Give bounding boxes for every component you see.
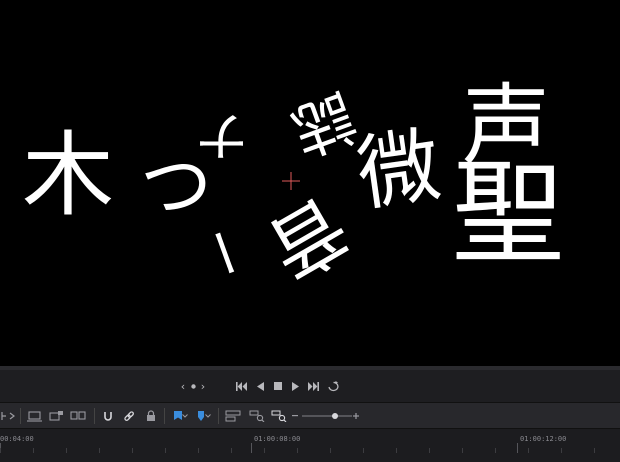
- overwrite-clip-icon[interactable]: [48, 408, 64, 424]
- zoom-slider[interactable]: [302, 413, 352, 419]
- glyph-shi: 誌: [281, 78, 365, 169]
- ruler-minor-tick: [528, 448, 529, 453]
- ruler-minor-tick: [165, 448, 166, 453]
- zoom-in-icon[interactable]: [350, 408, 362, 424]
- toolbar-divider: [218, 408, 219, 424]
- ruler-minor-tick: [132, 448, 133, 453]
- chevron-down-icon[interactable]: [204, 408, 212, 424]
- glyph-ki: 木: [22, 122, 115, 229]
- play-icon[interactable]: [288, 378, 302, 394]
- zoom-full-icon[interactable]: [224, 408, 242, 424]
- link-icon[interactable]: [121, 408, 137, 424]
- video-viewer[interactable]: 木 つ ナ ー 誌 微 声 聖 音: [0, 0, 620, 366]
- crosshair-icon: [282, 172, 300, 190]
- ruler-tick: [517, 443, 518, 453]
- ruler-minor-tick: [198, 448, 199, 453]
- zoom-custom-icon[interactable]: [270, 408, 288, 424]
- glyph-na: ナ: [196, 104, 249, 164]
- chevron-down-icon[interactable]: [181, 408, 189, 424]
- timeline-toolbar: [0, 402, 620, 428]
- toolbar-divider: [20, 408, 21, 424]
- ruler-minor-tick: [297, 448, 298, 453]
- toolbar-divider: [164, 408, 165, 424]
- ruler-minor-tick: [594, 448, 595, 453]
- timeline-ruler[interactable]: 00:04:00 01:00:08:00 01:00:12:00: [0, 428, 620, 462]
- jump-to-end-icon[interactable]: [305, 378, 321, 394]
- snapping-icon[interactable]: [100, 408, 116, 424]
- ruler-minor-tick: [462, 448, 463, 453]
- transport-bar: ‹ ›: [0, 366, 620, 402]
- zoom-out-icon[interactable]: [289, 408, 301, 424]
- timecode-label: 00:04:00: [0, 435, 34, 443]
- ruler-minor-tick: [429, 448, 430, 453]
- ruler-minor-tick: [561, 448, 562, 453]
- ruler-minor-tick: [66, 448, 67, 453]
- dot-indicator-icon: [188, 378, 198, 394]
- stop-icon[interactable]: [271, 378, 285, 394]
- insert-clip-icon[interactable]: [26, 408, 42, 424]
- next-clip-icon[interactable]: ›: [198, 378, 208, 394]
- ruler-minor-tick: [0, 448, 1, 453]
- prev-clip-icon[interactable]: ‹: [178, 378, 188, 394]
- timecode-label: 01:00:12:00: [520, 435, 567, 443]
- replace-clip-icon[interactable]: [70, 408, 86, 424]
- ruler-minor-tick: [363, 448, 364, 453]
- ruler-minor-tick: [330, 448, 331, 453]
- ruler-tick: [251, 443, 252, 453]
- glyph-on: 音: [253, 180, 364, 296]
- ruler-minor-tick: [264, 448, 265, 453]
- ruler-minor-tick: [33, 448, 34, 453]
- lock-icon[interactable]: [143, 408, 159, 424]
- loop-icon[interactable]: [325, 378, 341, 394]
- glyph-bi: 微: [351, 117, 447, 224]
- ruler-minor-tick: [231, 448, 232, 453]
- trim-icon[interactable]: [0, 408, 16, 424]
- glyph-sei: 聖: [452, 149, 564, 279]
- ruler-minor-tick: [396, 448, 397, 453]
- glyph-dash: ー: [184, 219, 260, 289]
- toolbar-divider: [94, 408, 95, 424]
- jump-to-start-icon[interactable]: [234, 378, 250, 394]
- timecode-label: 01:00:08:00: [254, 435, 301, 443]
- zoom-detail-icon[interactable]: [248, 408, 266, 424]
- ruler-minor-tick: [99, 448, 100, 453]
- zoom-slider-handle[interactable]: [332, 413, 338, 419]
- play-reverse-icon[interactable]: [254, 378, 268, 394]
- ruler-minor-tick: [495, 448, 496, 453]
